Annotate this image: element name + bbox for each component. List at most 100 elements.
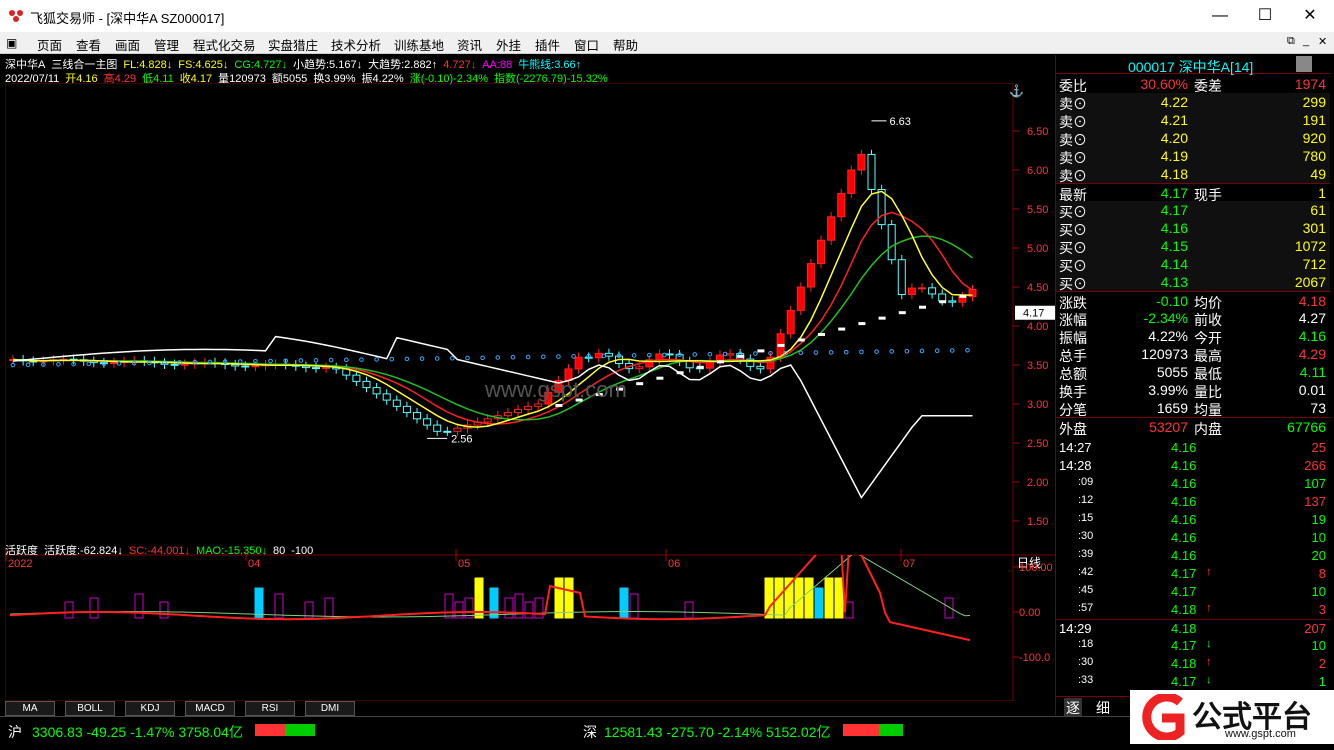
quote-row: 买⊙ 4.15 1072: [1056, 237, 1330, 256]
tab-tick[interactable]: 逐: [1064, 698, 1082, 718]
anchor-icon: ⚓: [1009, 84, 1024, 98]
candle-body: [897, 259, 906, 296]
tab-detail[interactable]: 细: [1096, 698, 1110, 718]
tick-time: :30: [1078, 656, 1094, 668]
price-label: 5.00: [1027, 243, 1048, 255]
close-button[interactable]: ✕: [1295, 5, 1325, 27]
bull-bear-dot: [919, 348, 925, 354]
candle-body: [877, 189, 886, 226]
quote-row: 总额 5055 最低 4.11: [1056, 363, 1330, 382]
menu-tech-analysis[interactable]: 技术分析: [331, 35, 381, 54]
menu-window[interactable]: 窗口: [574, 35, 599, 54]
price-label: 4.00: [1027, 321, 1048, 333]
candle-body: [301, 365, 310, 369]
maximize-button[interactable]: ☐: [1250, 5, 1280, 27]
sz-index[interactable]: 12581.43 -275.70 -2.14% 5152.02亿: [604, 722, 831, 742]
tick-volume: 2: [1318, 656, 1326, 671]
sz-breadth-bar: [843, 724, 903, 736]
trend-dash: [656, 376, 664, 380]
activity-bar: [504, 597, 514, 619]
tick-arrow: ↓: [1206, 674, 1212, 686]
menu-news[interactable]: 资讯: [457, 35, 482, 54]
activity-bar: [524, 601, 534, 619]
tab-boll[interactable]: BOLL: [65, 701, 115, 716]
tick-volume: 8: [1318, 566, 1326, 581]
tick-time: :12: [1078, 494, 1094, 506]
quote-value-2: 1974: [1294, 76, 1326, 92]
candle-body: [534, 403, 543, 407]
activity-bar: [534, 597, 544, 619]
menu-view[interactable]: 查看: [76, 35, 101, 54]
app-menu-icon[interactable]: ▣: [6, 36, 24, 50]
bull-bear-dot: [950, 348, 955, 353]
tick-arrow: ↑: [1206, 656, 1212, 668]
high-label: 6.63: [890, 116, 911, 128]
bull-bear-dot: [359, 357, 364, 362]
tick-price: 4.18: [1171, 602, 1197, 617]
menu-plugin-ext[interactable]: 外挂: [496, 35, 521, 54]
trend-dash: [555, 404, 563, 407]
quote-row: 买⊙ 4.17 61: [1056, 201, 1330, 220]
quote-value-2: 920: [1302, 130, 1326, 146]
menu-training[interactable]: 训练基地: [394, 35, 444, 54]
candle-body: [786, 309, 795, 335]
kline-chart[interactable]: 深中华A 三线合一主图 FL:4.828↓ FS:4.625↓ CG:4.727↓ 小趋势…: [5, 55, 1055, 715]
sh-label: 沪: [8, 724, 22, 740]
bull-bear-dot: [965, 347, 970, 353]
bull-bear-dot: [389, 356, 395, 362]
sh-breadth-bar: [255, 724, 315, 736]
tick-time: :09: [1078, 476, 1094, 488]
tick-volume: 10: [1311, 584, 1326, 599]
activity-bar: [444, 593, 454, 619]
tick-row: :12 4.16 137: [1056, 493, 1330, 511]
tick-volume: 10: [1311, 530, 1326, 545]
candle-body: [817, 239, 825, 265]
menu-help[interactable]: 帮助: [613, 35, 638, 54]
trend-dash: [676, 371, 684, 375]
candle-body: [483, 418, 492, 423]
quote-row: 买⊙ 4.13 2067: [1056, 273, 1330, 292]
menu-manage[interactable]: 管理: [154, 35, 179, 54]
tab-macd[interactable]: MACD: [185, 701, 235, 716]
candle-body: [352, 374, 361, 382]
tick-time: :45: [1078, 584, 1094, 596]
restore-child-icon[interactable]: ⧉: [1287, 35, 1295, 48]
menu-program-trading[interactable]: 程式化交易: [193, 35, 256, 54]
indicator-plot[interactable]: 200.00100.000.00-100.0: [5, 555, 1055, 701]
bull-bear-dot: [450, 355, 455, 361]
trend-dash: [797, 338, 805, 342]
menu-plugins[interactable]: 插件: [535, 35, 560, 54]
minimize-child-icon[interactable]: _: [1303, 35, 1309, 47]
tab-kdj[interactable]: KDJ: [125, 701, 175, 716]
stock-avatar-icon[interactable]: [1296, 56, 1312, 72]
tab-ma[interactable]: MA: [5, 701, 55, 716]
quote-row: 买⊙ 4.14 712: [1056, 255, 1330, 274]
tab-rsi[interactable]: RSI: [245, 701, 295, 716]
menu-screen[interactable]: 画面: [115, 35, 140, 54]
quote-label: 外盘: [1059, 421, 1087, 437]
candle-body: [938, 293, 947, 302]
tab-dmi[interactable]: DMI: [305, 701, 355, 716]
price-plot[interactable]: 6.50 6.00 5.50 5.00 4.50 4.00 3.50 3.00 2.50 2.00…: [5, 83, 1055, 571]
menu-bar: ▣ 页面 查看 画面 管理 程式化交易 实盘猎庄 技术分析 训练基地 资讯 外挂…: [0, 32, 1334, 54]
title-bar: 飞狐交易师 - [深中华A SZ000017] — ☐ ✕: [0, 0, 1334, 32]
quote-value: 4.18: [1160, 166, 1188, 182]
brand-logo-icon: [1142, 694, 1185, 740]
tick-row: 14:27 4.16 25: [1056, 439, 1330, 457]
close-child-icon[interactable]: ✕: [1318, 35, 1327, 48]
quote-value: -2.34%: [1143, 310, 1188, 326]
tick-row: 14:28 4.16 266: [1056, 457, 1330, 475]
menu-page[interactable]: 页面: [37, 35, 62, 54]
menu-hunt[interactable]: 实盘猎庄: [268, 35, 318, 54]
sh-index[interactable]: 3306.83 -49.25 -1.47% 3758.04亿: [32, 722, 243, 742]
activity-bar: [629, 593, 639, 619]
quote-value: 4.22%: [1148, 328, 1188, 344]
quote-label-2: 内盘: [1194, 421, 1222, 437]
tick-volume: 107: [1304, 476, 1326, 491]
bull-bear-dot: [328, 357, 334, 363]
minimize-button[interactable]: —: [1205, 5, 1235, 27]
tick-arrow: ↑: [1206, 602, 1212, 614]
app-logo-icon: [9, 10, 23, 22]
candle-body: [372, 387, 381, 395]
candle-body: [392, 399, 401, 407]
